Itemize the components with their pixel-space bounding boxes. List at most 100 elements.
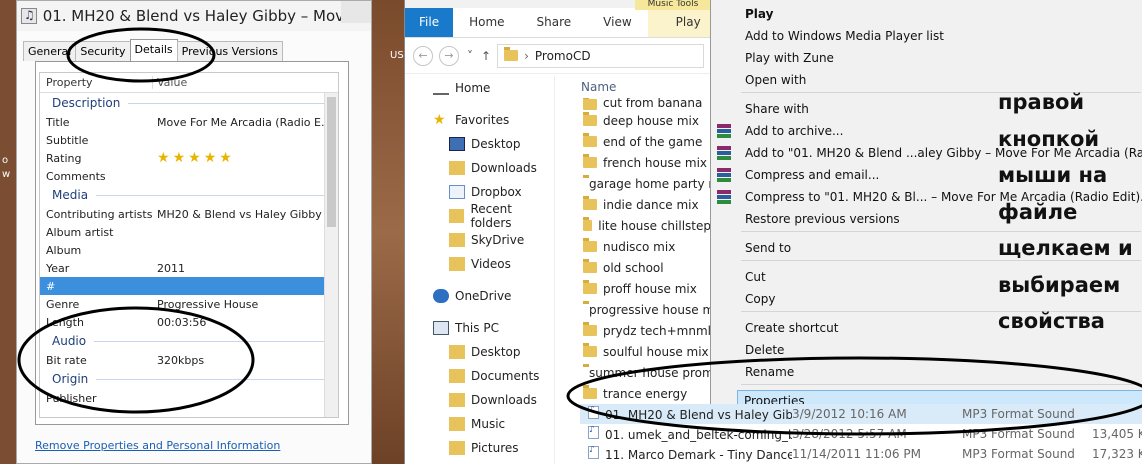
- list-item[interactable]: old school: [575, 257, 711, 278]
- nav-skydrive[interactable]: SkyDrive: [405, 228, 554, 252]
- nav-dropbox[interactable]: Dropbox: [405, 180, 554, 204]
- list-item[interactable]: proff house mix: [575, 278, 711, 299]
- nav-favorites[interactable]: ★ Favorites: [405, 108, 554, 132]
- file-name-text: 01. MH20 & Blend vs Haley Gibby – Mov...: [605, 408, 792, 422]
- list-item[interactable]: soulful house mix: [575, 341, 711, 362]
- list-item[interactable]: nudisco mix: [575, 236, 711, 257]
- row-bit-rate[interactable]: Bit rate 320kbps: [40, 351, 338, 369]
- star-icon[interactable]: ★: [219, 151, 232, 165]
- row-year[interactable]: Year 2011: [40, 259, 338, 277]
- row-comments[interactable]: Comments: [40, 167, 338, 185]
- list-item[interactable]: indie dance mix: [575, 194, 711, 215]
- desktop-text: o: [2, 155, 9, 166]
- back-arrow-icon[interactable]: ←: [413, 45, 433, 66]
- row-key: Year: [46, 261, 70, 275]
- property-column-header[interactable]: Property: [40, 76, 153, 89]
- tab-home[interactable]: Home: [453, 8, 520, 37]
- breadcrumb-current[interactable]: PromoCD: [535, 49, 591, 63]
- file-type: MP3 Format Sound: [962, 407, 1075, 421]
- tab-previous-versions[interactable]: Previous Versions: [176, 41, 283, 61]
- downloads-icon: [449, 161, 465, 175]
- nav-music[interactable]: Music: [405, 412, 554, 436]
- nav-documents[interactable]: Documents: [405, 364, 554, 388]
- row-subtitle[interactable]: Subtitle: [40, 131, 338, 149]
- list-item[interactable]: end of the game: [575, 131, 711, 152]
- menu-add-wmp-list[interactable]: Add to Windows Media Player list: [711, 25, 1142, 47]
- details-scrollbar[interactable]: [324, 93, 338, 417]
- list-item[interactable]: garage home party m: [575, 173, 711, 194]
- nav-pc-desktop[interactable]: Desktop: [405, 340, 554, 364]
- section-audio: Audio: [40, 331, 338, 351]
- forward-arrow-icon[interactable]: →: [439, 45, 459, 66]
- folder-name: cut from banana: [603, 98, 703, 110]
- row-key: Contributing artists: [46, 207, 153, 221]
- nav-pictures[interactable]: Pictures: [405, 436, 554, 460]
- row-album-artist[interactable]: Album artist: [40, 223, 338, 241]
- star-icon[interactable]: ★: [204, 151, 217, 165]
- row-title[interactable]: Title Move For Me Arcadia (Radio E...: [40, 113, 338, 131]
- list-item[interactable]: summer house prom: [575, 362, 711, 383]
- nav-videos[interactable]: Videos: [405, 252, 554, 276]
- close-button[interactable]: [341, 1, 371, 23]
- menu-rename[interactable]: Rename: [711, 361, 1142, 383]
- properties-titlebar[interactable]: 01. MH20 & Blend vs Haley Gibby – Move F…: [17, 1, 371, 31]
- star-icon[interactable]: ★: [188, 151, 201, 165]
- table-row[interactable]: 01. umek_and_beltek-coming_bounce 3/28/2…: [580, 424, 1142, 444]
- row-genre[interactable]: Genre Progressive House: [40, 295, 338, 313]
- remove-properties-link[interactable]: Remove Properties and Personal Informati…: [35, 439, 280, 452]
- rating-stars[interactable]: ★ ★ ★ ★ ★: [154, 151, 330, 165]
- music-tools-context-tab: Music Tools: [635, 0, 711, 10]
- nav-label: Documents: [471, 369, 540, 383]
- table-row[interactable]: 11. Marco Demark - Tiny Dancer (feat. Ca…: [580, 444, 1142, 464]
- tab-file[interactable]: File: [405, 8, 454, 37]
- nav-downloads[interactable]: Downloads: [405, 156, 554, 180]
- list-item[interactable]: cut from banana: [575, 98, 711, 110]
- row-rating[interactable]: Rating ★ ★ ★ ★ ★: [40, 149, 338, 167]
- nav-recent-folders[interactable]: Recent folders: [405, 202, 554, 230]
- tab-security[interactable]: Security: [75, 41, 131, 61]
- tab-share[interactable]: Share: [521, 8, 588, 37]
- up-arrow-icon[interactable]: ↑: [481, 49, 491, 63]
- tab-general[interactable]: General: [23, 41, 77, 61]
- nav-desktop[interactable]: Desktop: [405, 132, 554, 156]
- row-album[interactable]: Album: [40, 241, 338, 259]
- nav-this-pc[interactable]: This PC: [405, 316, 554, 340]
- menu-delete[interactable]: Delete: [711, 339, 1142, 361]
- list-item[interactable]: progressive house m: [575, 299, 711, 320]
- menu-play[interactable]: Play: [711, 3, 1142, 25]
- tab-view[interactable]: View: [587, 8, 647, 37]
- chevron-down-icon[interactable]: ˅: [467, 49, 473, 63]
- list-item[interactable]: prydz tech+mnml: [575, 320, 711, 341]
- file-date: 11/14/2011 11:06 PM: [792, 447, 921, 461]
- folder-name: soulful house mix: [603, 344, 709, 359]
- star-icon[interactable]: ★: [157, 151, 170, 165]
- star-icon[interactable]: ★: [173, 151, 186, 165]
- value-column-header[interactable]: Value: [153, 76, 187, 89]
- file-explorer: Music Tools File Home Share View Play ← …: [404, 0, 729, 464]
- list-item[interactable]: french house mix: [575, 152, 711, 173]
- nav-home[interactable]: Home: [405, 76, 554, 100]
- row-track-number[interactable]: #: [40, 277, 338, 295]
- folder-icon: [583, 280, 597, 294]
- row-publisher[interactable]: Publisher: [40, 389, 338, 407]
- row-length[interactable]: Length 00:03:56: [40, 313, 338, 331]
- tab-details[interactable]: Details: [129, 39, 178, 61]
- row-value: 00:03:56: [157, 315, 207, 329]
- folder-icon: [449, 441, 465, 455]
- list-item[interactable]: trance energy: [575, 383, 711, 404]
- list-item[interactable]: lite house chillstep: [575, 215, 711, 236]
- list-item[interactable]: deep house mix: [575, 110, 711, 131]
- name-column-header[interactable]: Name: [575, 76, 711, 98]
- row-contributing-artists[interactable]: Contributing artists MH20 & Blend vs Hale…: [40, 205, 338, 223]
- nav-onedrive[interactable]: OneDrive: [405, 284, 554, 308]
- details-header: Property Value: [40, 73, 338, 93]
- annotation-text: правой кнопкой мыши на файле щелкаем и в…: [998, 84, 1138, 340]
- ribbon-tabs: File Home Share View Play: [405, 8, 729, 38]
- scrollbar-thumb[interactable]: [327, 97, 336, 227]
- menu-play-with-zune[interactable]: Play with Zune: [711, 47, 1142, 69]
- nav-pc-downloads[interactable]: Downloads: [405, 388, 554, 412]
- address-bar[interactable]: › PromoCD: [497, 43, 704, 68]
- table-row[interactable]: 01. MH20 & Blend vs Haley Gibby – Mov...…: [580, 404, 1142, 424]
- section-media: Media: [40, 185, 338, 205]
- folder-name: indie dance mix: [603, 197, 699, 212]
